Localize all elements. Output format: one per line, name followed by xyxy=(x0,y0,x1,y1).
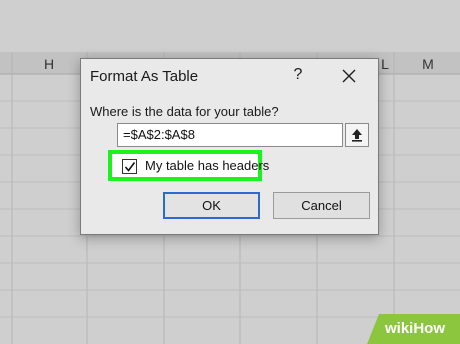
close-icon[interactable] xyxy=(341,68,357,84)
help-button[interactable]: ? xyxy=(288,66,308,84)
headers-checkbox-highlight: My table has headers xyxy=(108,150,269,181)
collapse-upload-icon xyxy=(352,129,362,142)
ok-button[interactable]: OK xyxy=(163,192,260,219)
column-header-l[interactable]: L xyxy=(381,56,389,72)
headers-checkbox[interactable] xyxy=(122,159,137,174)
checkmark-icon xyxy=(124,162,136,172)
range-prompt-label: Where is the data for your table? xyxy=(90,104,279,119)
cancel-button[interactable]: Cancel xyxy=(273,192,370,219)
headers-checkbox-label[interactable]: My table has headers xyxy=(145,157,269,174)
dialog-title: Format As Table xyxy=(90,68,199,85)
collapse-dialog-button[interactable] xyxy=(345,123,369,147)
wikihow-watermark: wikiHow xyxy=(367,314,460,344)
watermark-text: wikiHow xyxy=(385,320,446,337)
column-header-m[interactable]: M xyxy=(422,56,434,72)
format-as-table-dialog: Format As Table ? Where is the data for … xyxy=(80,58,379,235)
column-header-h[interactable]: H xyxy=(44,56,54,72)
table-range-input[interactable]: =$A$2:$A$8 xyxy=(117,123,343,147)
